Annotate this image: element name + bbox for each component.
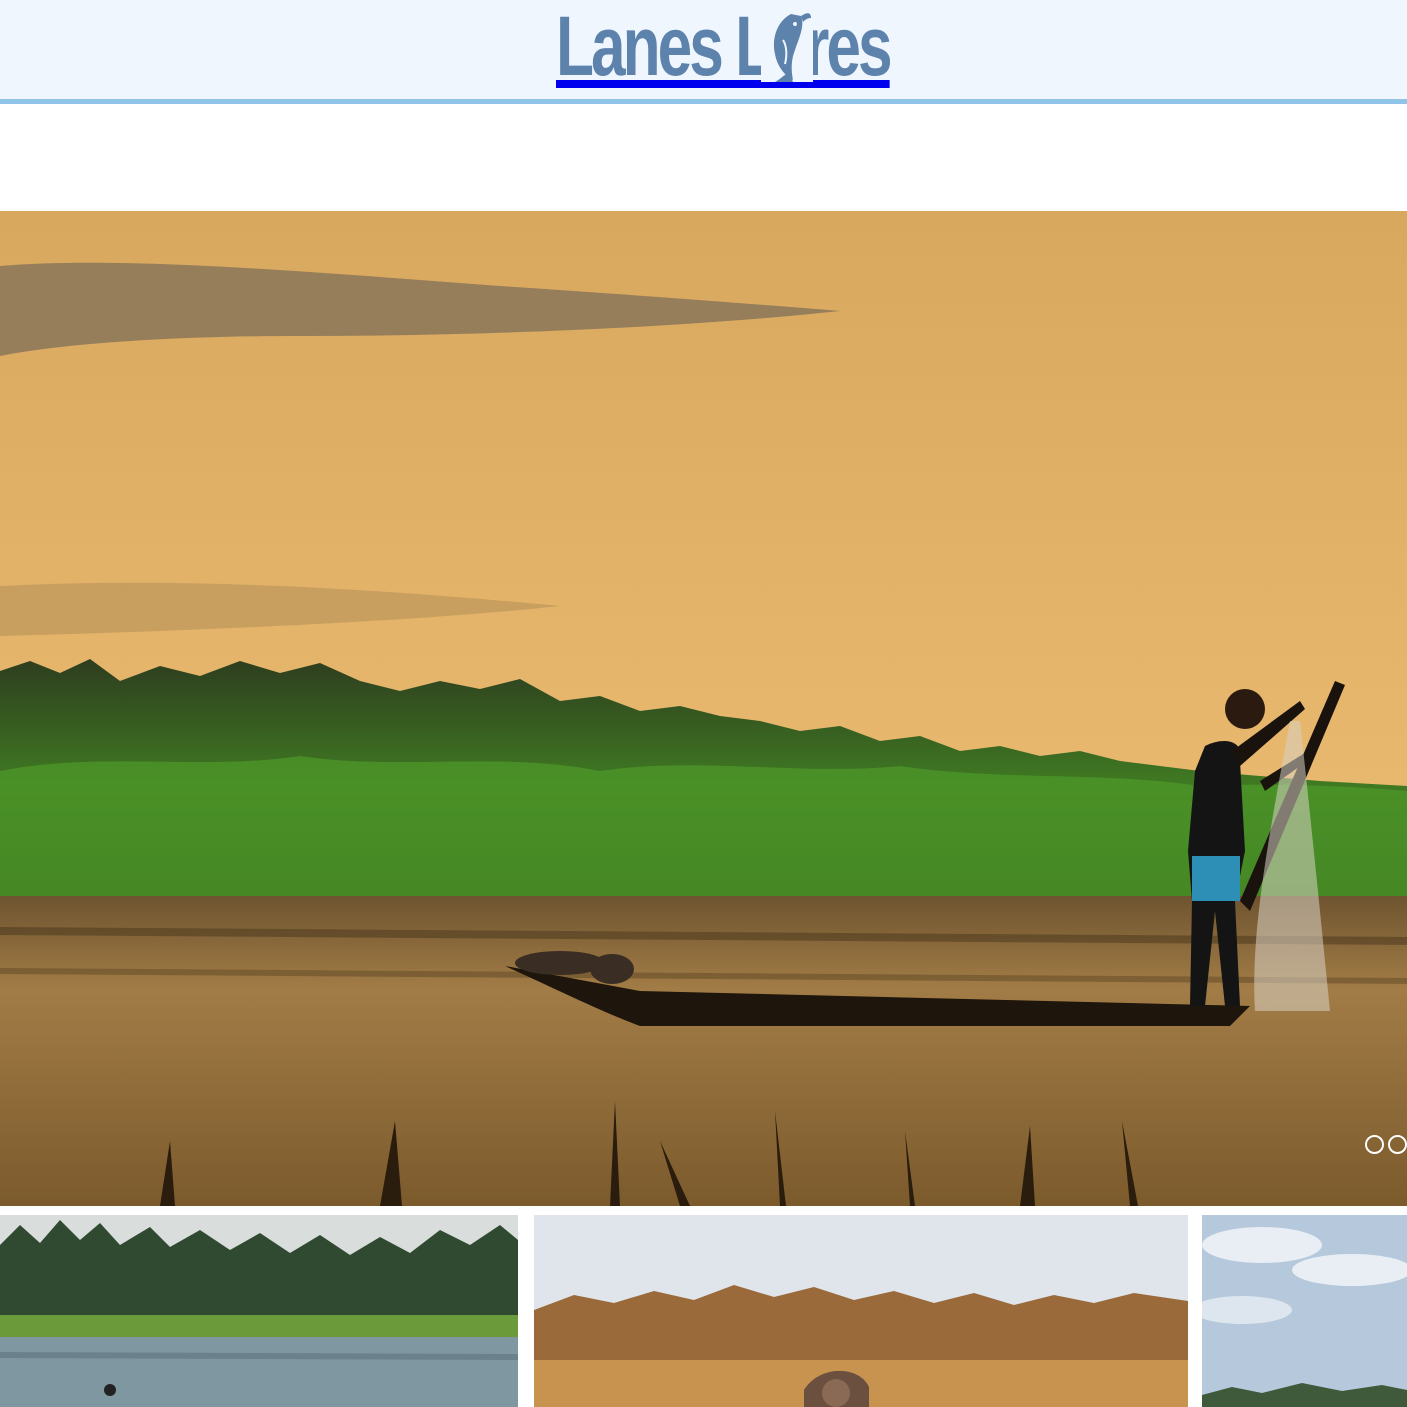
slider-dot-1[interactable] bbox=[1365, 1135, 1384, 1154]
hero-slider[interactable] bbox=[0, 211, 1407, 1206]
site-logo[interactable]: Lanes Lures bbox=[556, 0, 1007, 88]
site-header: Lanes Lures bbox=[0, 0, 1407, 104]
gallery-image bbox=[0, 1215, 518, 1407]
hero-image bbox=[0, 211, 1407, 1206]
slider-pagination bbox=[1365, 1135, 1407, 1154]
logo-text: Lanes Lures bbox=[556, 0, 893, 93]
gallery-item-forest-lake[interactable] bbox=[0, 1215, 518, 1407]
gallery-item-cloudy-shore[interactable] bbox=[1202, 1215, 1407, 1407]
gallery-item-reed-angler[interactable] bbox=[534, 1215, 1188, 1407]
gallery-image bbox=[534, 1215, 1188, 1407]
slider-dot-2[interactable] bbox=[1388, 1135, 1407, 1154]
gallery-image bbox=[1202, 1215, 1407, 1407]
leaping-fish-icon bbox=[761, 10, 813, 87]
